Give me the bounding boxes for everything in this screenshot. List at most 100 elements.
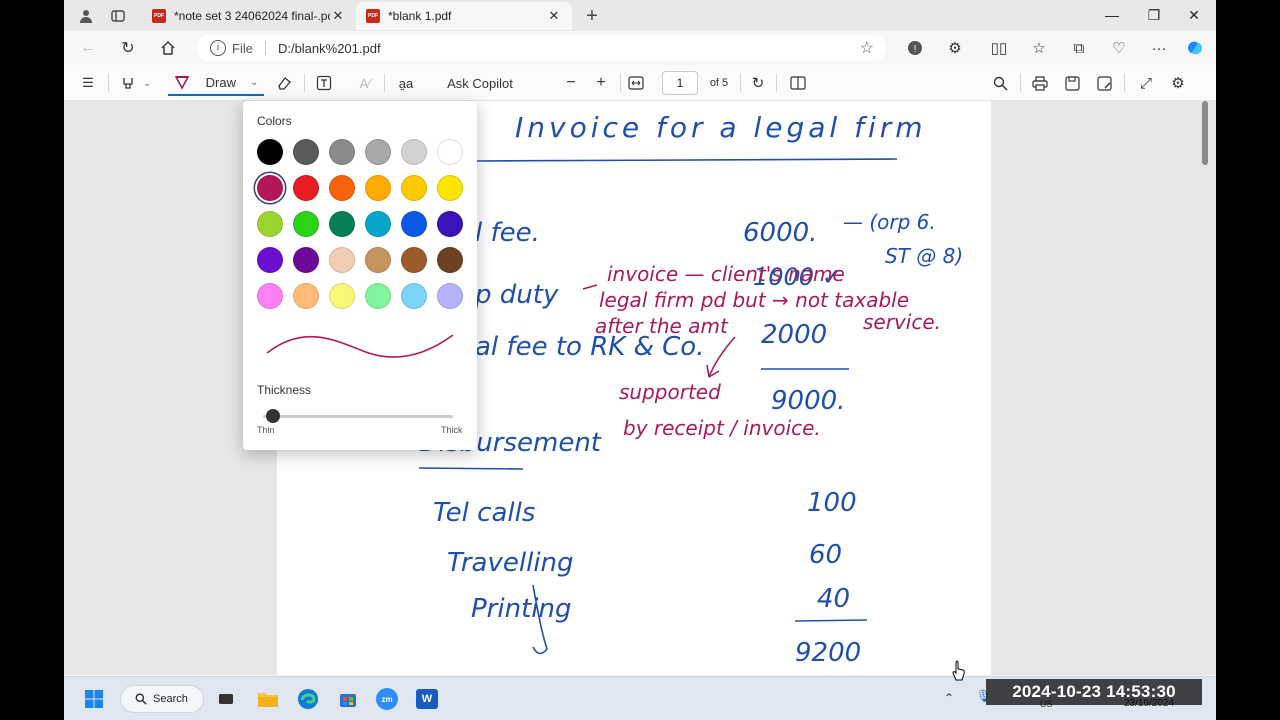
color-swatch[interactable] — [257, 247, 283, 273]
vertical-scrollbar[interactable] — [1202, 101, 1208, 675]
start-button[interactable] — [80, 685, 108, 713]
color-swatch[interactable] — [329, 283, 355, 309]
browser-essentials-icon[interactable]: ♡ — [1108, 37, 1130, 59]
tab-note-set[interactable]: PDF *note set 3 24062024 final-.pdf ✕ — [142, 2, 356, 30]
ink-line: Printing — [471, 594, 571, 624]
divider — [776, 74, 777, 92]
color-swatch[interactable] — [329, 247, 355, 273]
zoom-out-button[interactable]: − — [562, 72, 580, 94]
color-swatch[interactable] — [293, 211, 319, 237]
color-swatch[interactable] — [401, 175, 427, 201]
ask-copilot-button[interactable]: Ask Copilot — [440, 72, 520, 94]
info-icon[interactable]: i — [210, 40, 226, 56]
color-swatch[interactable] — [365, 283, 391, 309]
eraser-icon[interactable] — [274, 72, 294, 94]
color-swatch[interactable] — [401, 211, 427, 237]
color-swatch[interactable] — [437, 175, 463, 201]
settings-icon[interactable]: ⚙ — [1168, 72, 1188, 94]
color-swatch[interactable] — [365, 139, 391, 165]
ink-line: ST @ 8) — [885, 244, 963, 268]
color-swatch[interactable] — [257, 175, 283, 201]
fullscreen-icon[interactable]: ⤢ — [1136, 72, 1156, 94]
search-icon[interactable] — [990, 72, 1010, 94]
zoom-in-button[interactable]: + — [592, 72, 610, 94]
favorites-icon[interactable]: ☆ — [1028, 37, 1050, 59]
color-swatch[interactable] — [329, 139, 355, 165]
color-swatch[interactable] — [293, 283, 319, 309]
color-swatch[interactable] — [401, 247, 427, 273]
refresh-button[interactable]: ↻ — [116, 37, 140, 59]
save-icon[interactable] — [1062, 72, 1082, 94]
color-swatch[interactable] — [401, 139, 427, 165]
color-swatch[interactable] — [257, 139, 283, 165]
file-explorer-icon[interactable] — [254, 685, 282, 713]
arrow-stroke — [706, 336, 736, 378]
pen-icon — [174, 76, 189, 90]
profile-icon[interactable] — [76, 6, 96, 26]
page-number-input[interactable]: 1 — [662, 71, 698, 95]
restore-button[interactable]: ❐ — [1134, 4, 1174, 26]
tab-bar: PDF *note set 3 24062024 final-.pdf ✕ PD… — [64, 0, 1216, 31]
taskbar-search[interactable]: Search — [120, 685, 204, 713]
chevron-down-icon[interactable]: ⌄ — [250, 77, 258, 88]
ink-note: invoice — client's name — [607, 262, 845, 286]
page-view-icon[interactable] — [788, 72, 808, 94]
rotate-icon[interactable]: ↻ — [748, 72, 768, 94]
pdf-icon: PDF — [152, 9, 166, 23]
minimize-button[interactable]: — — [1092, 4, 1132, 26]
fit-page-icon[interactable] — [624, 72, 648, 94]
back-button[interactable]: ← — [76, 37, 100, 59]
store-icon[interactable] — [334, 685, 362, 713]
color-swatch[interactable] — [437, 211, 463, 237]
scroll-thumb[interactable] — [1202, 101, 1208, 165]
edge-icon[interactable] — [294, 685, 322, 713]
contents-icon[interactable]: ☰ — [78, 72, 98, 94]
pdf-toolbar: ☰ ⌄ Draw ⌄ A⁄ a͍a Ask Copilot − + 1 of 5 — [64, 65, 1216, 101]
home-button[interactable] — [156, 37, 180, 59]
tab-blank[interactable]: PDF *blank 1.pdf ✕ — [356, 2, 572, 30]
more-menu-icon[interactable]: ··· — [1148, 37, 1170, 59]
color-swatch[interactable] — [293, 247, 319, 273]
chevron-up-icon[interactable]: ⌃ — [944, 691, 954, 705]
color-swatch[interactable] — [437, 139, 463, 165]
close-tab-icon[interactable]: ✕ — [546, 8, 562, 24]
favorite-star-icon[interactable]: ☆ — [860, 38, 874, 58]
color-swatch[interactable] — [365, 175, 391, 201]
close-tab-icon[interactable]: ✕ — [330, 8, 346, 24]
color-swatch[interactable] — [257, 283, 283, 309]
thickness-slider-track[interactable] — [263, 415, 453, 418]
color-swatch[interactable] — [257, 211, 283, 237]
new-tab-button[interactable]: + — [582, 5, 602, 27]
color-swatch[interactable] — [329, 211, 355, 237]
ink-note: by receipt / invoice. — [623, 416, 821, 440]
color-swatch[interactable] — [293, 175, 319, 201]
highlight-button[interactable]: ⌄ — [116, 72, 156, 94]
color-swatch[interactable] — [365, 211, 391, 237]
color-swatch[interactable] — [437, 283, 463, 309]
add-text-icon[interactable] — [314, 72, 334, 94]
color-swatch[interactable] — [401, 283, 427, 309]
thickness-slider-thumb[interactable] — [266, 409, 280, 423]
read-aloud-icon[interactable]: a͍a — [394, 72, 418, 94]
split-screen-icon[interactable]: ▯▯ — [988, 37, 1010, 59]
search-icon — [135, 693, 147, 705]
color-swatch[interactable] — [329, 175, 355, 201]
color-swatch[interactable] — [437, 247, 463, 273]
zoom-app-icon[interactable]: zm — [373, 685, 401, 713]
extension-icon[interactable]: ! — [904, 37, 926, 59]
close-window-button[interactable]: ✕ — [1174, 4, 1214, 26]
color-swatch[interactable] — [293, 139, 319, 165]
tab-actions-icon[interactable] — [108, 6, 128, 26]
color-swatch[interactable] — [365, 247, 391, 273]
copilot-icon[interactable] — [1184, 37, 1206, 59]
word-icon[interactable]: W — [413, 685, 441, 713]
draw-button[interactable]: Draw ⌄ — [168, 70, 264, 96]
task-view-icon[interactable] — [212, 685, 240, 713]
collections-icon[interactable]: ⧉ — [1068, 37, 1090, 59]
puzzle-icon[interactable]: ⚙ — [944, 37, 966, 59]
url-input[interactable]: i File D:/blank%201.pdf ☆ — [196, 35, 886, 61]
save-as-icon[interactable] — [1094, 72, 1114, 94]
pdf-viewer[interactable]: Invoice for a legal firm l fee. 6000. — … — [64, 101, 1216, 675]
ink-line: 9000. — [771, 386, 845, 416]
print-icon[interactable] — [1030, 72, 1050, 94]
